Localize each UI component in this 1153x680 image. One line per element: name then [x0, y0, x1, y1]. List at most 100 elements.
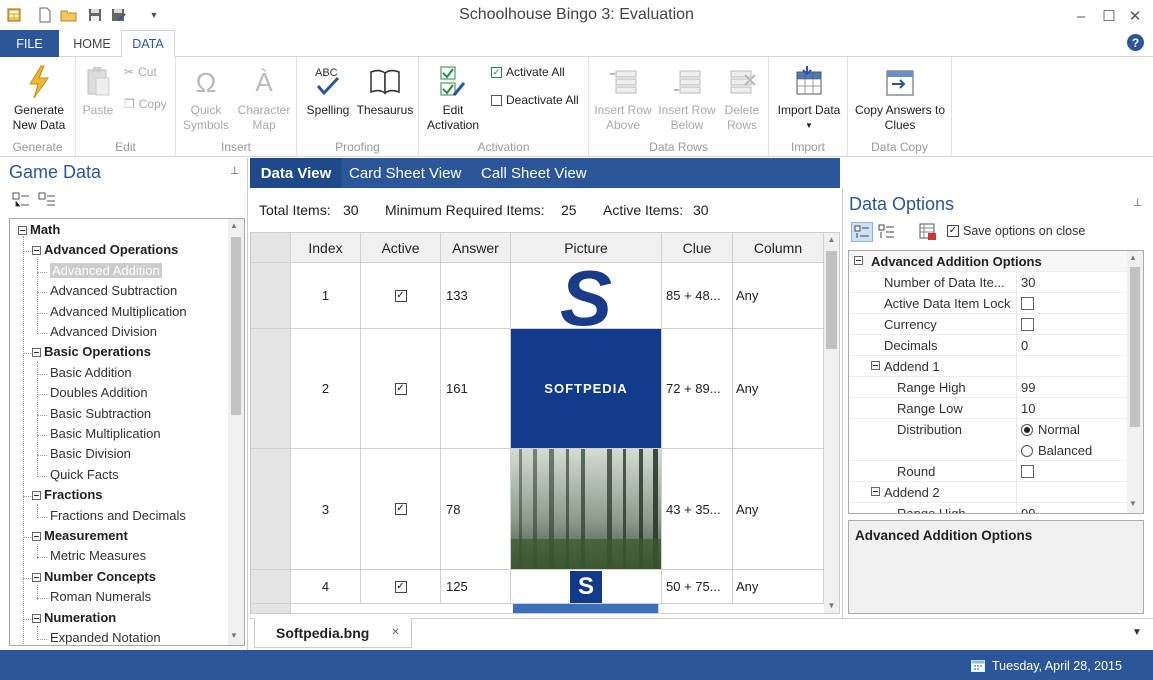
collapse-toggle-icon[interactable] [854, 256, 863, 265]
collapse-toggle-icon[interactable] [871, 361, 880, 370]
property-pages-icon[interactable] [919, 223, 937, 244]
prop-checkbox[interactable] [1021, 465, 1034, 478]
grid-header-column[interactable]: Column [733, 233, 824, 263]
cell-index[interactable]: 4 [291, 570, 361, 604]
doc-tab-dropdown-icon[interactable]: ▼ [1132, 627, 1142, 638]
tab-home[interactable]: HOME [64, 30, 120, 57]
tree-item[interactable]: Advanced Multiplication [50, 304, 187, 319]
tree-item[interactable]: Metric Measures [50, 548, 146, 563]
doc-tab-softpedia[interactable]: Softpedia.bng ✕ [254, 618, 412, 648]
scroll-down-icon[interactable]: ▼ [825, 601, 838, 610]
cell-index[interactable]: 3 [291, 449, 361, 570]
thesaurus-button[interactable]: Thesaurus [355, 61, 415, 118]
cell-active[interactable]: ✓ [361, 449, 441, 570]
cell-column[interactable]: Any [733, 449, 824, 570]
tree-item[interactable]: Basic Addition [50, 365, 132, 380]
collapse-all-icon[interactable] [38, 192, 56, 211]
tree-item[interactable]: Advanced Subtraction [50, 283, 177, 298]
prop-row-distribution[interactable]: Distribution Normal Balanced [849, 419, 1127, 461]
insert-row-above-button[interactable]: Insert Row Above [591, 61, 655, 133]
tree-item[interactable]: Expanded Notation [50, 630, 161, 645]
edit-activation-button[interactable]: Edit Activation [425, 61, 481, 133]
prop-section-header[interactable]: Advanced Addition Options [849, 251, 1127, 272]
collapse-toggle-icon[interactable] [32, 246, 41, 256]
prop-group-addend2[interactable]: Addend 2 [849, 482, 1127, 503]
collapse-toggle-icon[interactable] [32, 613, 41, 623]
cell-picture[interactable]: S [511, 570, 662, 604]
tree-item[interactable]: Basic Subtraction [50, 406, 151, 421]
prop-row[interactable]: Round [849, 461, 1127, 482]
cell-column[interactable]: Any [733, 570, 824, 604]
tree-category[interactable]: Advanced Operations [32, 242, 178, 257]
paste-button[interactable]: Paste [80, 61, 116, 118]
tab-data[interactable]: DATA [121, 30, 175, 58]
tree-item[interactable]: Advanced Addition [50, 262, 162, 278]
delete-rows-button[interactable]: Delete Rows [719, 61, 765, 133]
minimize-button[interactable]: – [1068, 4, 1094, 28]
tree-scroll-thumb[interactable] [231, 237, 241, 415]
tree-scroll-down-icon[interactable]: ▼ [230, 631, 238, 640]
cell-active[interactable]: ✓ [361, 263, 441, 329]
prop-scroll-down-icon[interactable]: ▼ [1129, 499, 1137, 508]
tree-category[interactable]: Measurement [32, 528, 128, 543]
save-options-checkbox[interactable]: ✓ Save options on close [947, 224, 1085, 238]
cell-active[interactable]: ✓ [361, 570, 441, 604]
import-data-button[interactable]: Import Data ▼ [773, 61, 845, 133]
cell-answer[interactable]: 78 [441, 449, 511, 570]
cell-clue[interactable]: 85 + 48... [662, 263, 733, 329]
activate-all-button[interactable]: ✓ Activate All [491, 65, 565, 79]
row-selector[interactable] [251, 329, 291, 449]
categorized-view-icon[interactable] [851, 222, 873, 242]
cell-clue[interactable]: 50 + 75... [662, 570, 733, 604]
cell-clue[interactable]: 43 + 35... [662, 449, 733, 570]
prop-group-addend1[interactable]: Addend 1 [849, 356, 1127, 377]
prop-checkbox[interactable] [1021, 297, 1034, 310]
tree-scroll-up-icon[interactable]: ▲ [230, 221, 238, 230]
prop-row[interactable]: Decimals 0 [849, 335, 1127, 356]
prop-row[interactable]: Number of Data Ite... 30 [849, 272, 1127, 293]
doc-tab-close-icon[interactable]: ✕ [391, 627, 399, 638]
tree-item[interactable]: Quick Facts [50, 467, 119, 482]
cell-picture[interactable]: S [511, 263, 662, 329]
cell-answer[interactable]: 125 [441, 570, 511, 604]
grid-header-picture[interactable]: Picture [511, 233, 662, 263]
prop-scroll-thumb[interactable] [1130, 267, 1140, 427]
row-selector[interactable] [251, 263, 291, 329]
tab-data-view[interactable]: Data View [250, 158, 342, 188]
collapse-toggle-icon[interactable] [32, 532, 41, 542]
data-options-pin-icon[interactable]: ⊥ [1133, 196, 1143, 209]
tree-item[interactable]: Basic Division [50, 446, 131, 461]
active-checkbox[interactable]: ✓ [394, 382, 407, 395]
tree-item[interactable]: Doubles Addition [50, 385, 148, 400]
tree-node-math[interactable]: Math [18, 222, 60, 237]
active-checkbox[interactable]: ✓ [394, 289, 407, 302]
grid-header-active[interactable]: Active [361, 233, 441, 263]
tree-category[interactable]: Basic Operations [32, 344, 151, 359]
cell-column[interactable]: Any [733, 329, 824, 449]
grid-header-index[interactable]: Index [291, 233, 361, 263]
cell-picture[interactable] [513, 604, 659, 613]
radio-balanced[interactable]: Balanced [1021, 443, 1092, 458]
cell-answer[interactable]: 161 [441, 329, 511, 449]
grid-header-answer[interactable]: Answer [441, 233, 511, 263]
tree-item[interactable]: Roman Numerals [50, 589, 151, 604]
collapse-toggle-icon[interactable] [32, 572, 41, 582]
collapse-toggle-icon[interactable] [871, 487, 880, 496]
cell-picture[interactable] [511, 449, 662, 570]
tab-file[interactable]: FILE [0, 30, 59, 57]
collapse-toggle-icon[interactable] [18, 226, 27, 236]
collapse-toggle-icon[interactable] [32, 348, 41, 358]
tree-item[interactable]: Fractions and Decimals [50, 508, 186, 523]
cell-index[interactable]: 2 [291, 329, 361, 449]
generate-new-data-button[interactable]: Generate New Data [8, 61, 70, 133]
tree-category[interactable]: Fractions [32, 487, 103, 502]
spelling-button[interactable]: ABC Spelling [301, 61, 355, 118]
cell-active[interactable]: ✓ [361, 329, 441, 449]
row-selector[interactable] [251, 449, 291, 570]
cell-clue[interactable]: 72 + 89... [662, 329, 733, 449]
cell-index[interactable]: 1 [291, 263, 361, 329]
prop-row[interactable]: Range Low 10 [849, 398, 1127, 419]
cell-answer[interactable]: 133 [441, 263, 511, 329]
grid-header-clue[interactable]: Clue [662, 233, 733, 263]
row-selector[interactable] [251, 570, 291, 604]
